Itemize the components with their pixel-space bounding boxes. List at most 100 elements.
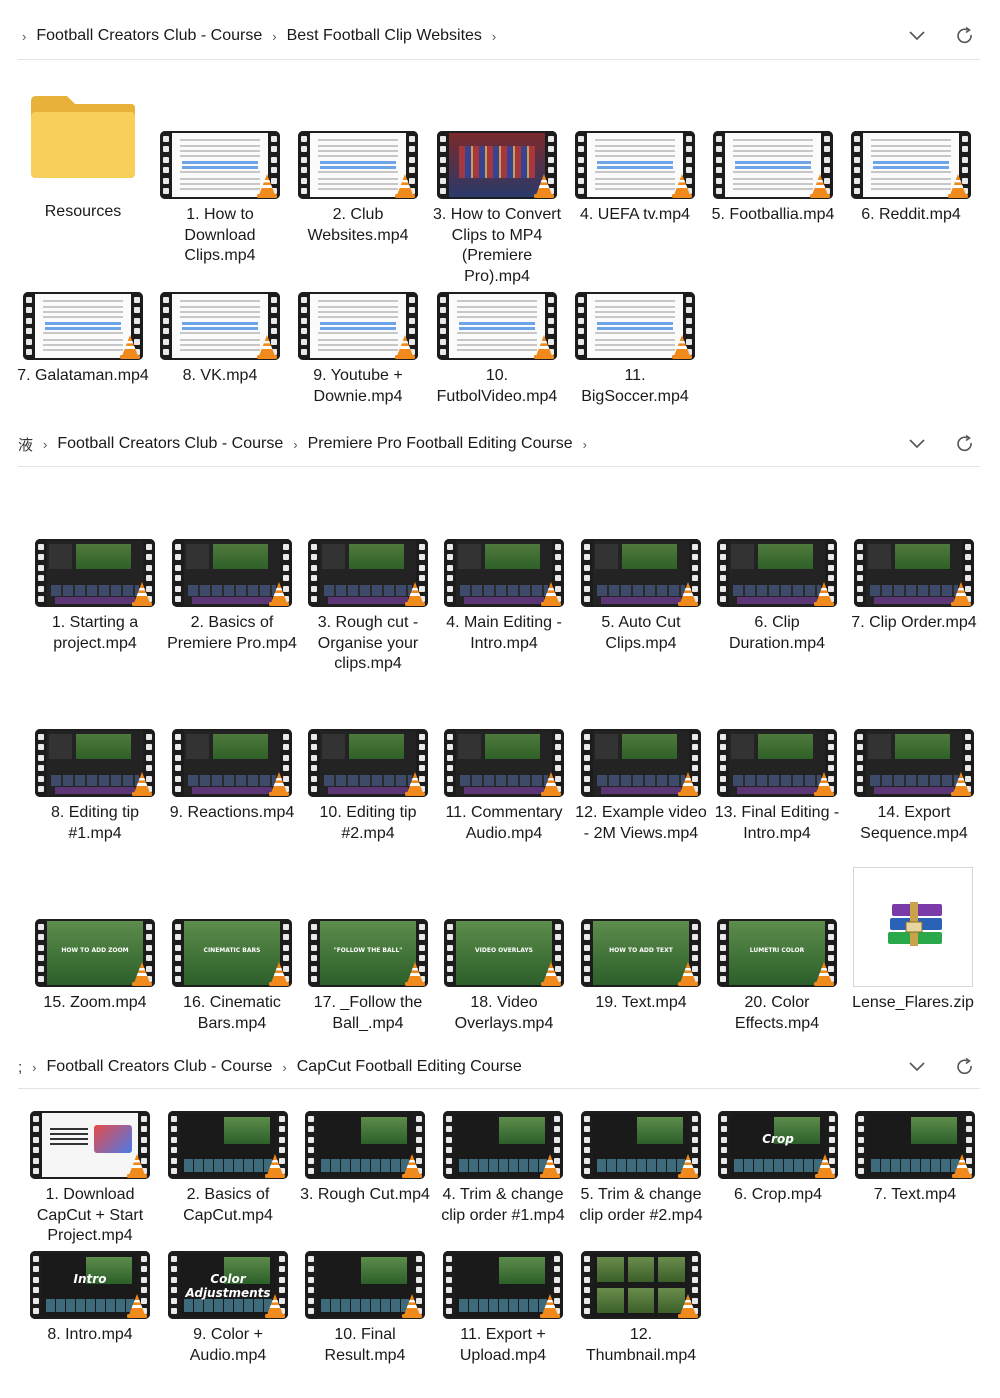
video-file-item[interactable]: LUMETRI COLOR 20. Color Effects.mp4 xyxy=(711,919,843,1034)
video-thumbnail xyxy=(713,131,833,199)
video-thumbnail xyxy=(35,729,155,797)
thumbnail-overlay-text: LUMETRI COLOR xyxy=(749,946,805,954)
file-name: 7. Galataman.mp4 xyxy=(17,367,149,384)
video-file-item[interactable]: 1. Download CapCut + Start Project.mp4 xyxy=(24,1111,156,1247)
video-file-item[interactable]: 9. Youtube + Downie.mp4 xyxy=(292,292,424,407)
video-file-item[interactable]: HOW TO ADD TEXT 19. Text.mp4 xyxy=(575,919,707,1014)
address-bar: › Football Creators Club - Course › Best… xyxy=(0,16,1000,56)
chevron-down-icon[interactable] xyxy=(904,23,930,49)
video-file-item[interactable]: 10. Final Result.mp4 xyxy=(299,1251,431,1366)
video-thumbnail xyxy=(168,1111,288,1179)
video-file-item[interactable]: 6. Clip Duration.mp4 xyxy=(711,539,843,654)
video-file-item[interactable]: 2. Basics of CapCut.mp4 xyxy=(162,1111,294,1226)
vlc-cone-icon xyxy=(405,772,425,796)
breadcrumb-item-course[interactable]: Football Creators Club - Course xyxy=(36,27,262,45)
video-file-item[interactable]: 12. Example video - 2M Views.mp4 xyxy=(575,729,707,844)
file-name: 9. Reactions.mp4 xyxy=(169,804,295,821)
vlc-cone-icon xyxy=(534,335,554,359)
vlc-cone-icon xyxy=(257,174,277,198)
breadcrumb-item-folder[interactable]: Premiere Pro Football Editing Course xyxy=(308,435,573,453)
video-file-item[interactable]: 4. Trim & change clip order #1.mp4 xyxy=(437,1111,569,1226)
video-thumbnail xyxy=(308,729,428,797)
video-file-item[interactable]: 3. Rough cut - Organise your clips.mp4 xyxy=(302,539,434,675)
video-file-item[interactable]: 10. FutbolVideo.mp4 xyxy=(431,292,563,407)
chevron-right-icon[interactable]: › xyxy=(492,29,496,44)
video-thumbnail: Intro xyxy=(30,1251,150,1319)
vlc-cone-icon xyxy=(395,174,415,198)
video-file-item[interactable]: 8. Editing tip #1.mp4 xyxy=(29,729,161,844)
video-file-item[interactable]: 5. Footballia.mp4 xyxy=(707,131,839,226)
breadcrumb-item-folder[interactable]: CapCut Football Editing Course xyxy=(297,1058,522,1076)
video-file-item[interactable]: 3. Rough Cut.mp4 xyxy=(299,1111,431,1206)
refresh-icon[interactable] xyxy=(952,1054,978,1080)
video-file-item[interactable]: 1. Starting a project.mp4 xyxy=(29,539,161,654)
video-file-item[interactable]: 4. Main Editing - Intro.mp4 xyxy=(438,539,570,654)
video-thumbnail xyxy=(443,1111,563,1179)
refresh-icon[interactable] xyxy=(952,431,978,457)
vlc-cone-icon xyxy=(405,582,425,606)
video-thumbnail xyxy=(305,1251,425,1319)
video-thumbnail xyxy=(581,1251,701,1319)
file-name: 5. Auto Cut Clips.mp4 xyxy=(601,614,681,652)
video-file-item[interactable]: 10. Editing tip #2.mp4 xyxy=(302,729,434,844)
file-name: 6. Clip Duration.mp4 xyxy=(728,614,826,652)
video-thumbnail xyxy=(160,131,280,199)
file-name: 7. Clip Order.mp4 xyxy=(851,614,977,631)
video-file-item[interactable]: 1. How to Download Clips.mp4 xyxy=(154,131,286,267)
thumbnail-overlay-text: Intro xyxy=(73,1272,107,1287)
video-file-item[interactable]: 2. Club Websites.mp4 xyxy=(292,131,424,246)
video-file-item[interactable]: 2. Basics of Premiere Pro.mp4 xyxy=(166,539,298,654)
vlc-cone-icon xyxy=(541,962,561,986)
video-file-item[interactable]: 11. BigSoccer.mp4 xyxy=(569,292,701,407)
video-file-item[interactable]: HOW TO ADD ZOOM 15. Zoom.mp4 xyxy=(29,919,161,1014)
video-thumbnail xyxy=(581,1111,701,1179)
vlc-cone-icon xyxy=(534,174,554,198)
video-file-item[interactable]: VIDEO OVERLAYS 18. Video Overlays.mp4 xyxy=(438,919,570,1034)
video-thumbnail xyxy=(717,539,837,607)
video-file-item[interactable]: 8. VK.mp4 xyxy=(154,292,286,387)
chevron-right-icon: › xyxy=(32,1059,37,1075)
video-file-item[interactable]: 14. Export Sequence.mp4 xyxy=(848,729,980,844)
file-name: 17. _Follow the Ball_.mp4 xyxy=(313,994,423,1032)
video-file-item[interactable]: 3. How to Convert Clips to MP4 (Premiere… xyxy=(431,131,563,287)
video-file-item[interactable]: 4. UEFA tv.mp4 xyxy=(569,131,701,226)
chevron-down-icon[interactable] xyxy=(904,1054,930,1080)
video-file-item[interactable]: 7. Text.mp4 xyxy=(849,1111,981,1206)
chevron-down-icon[interactable] xyxy=(904,431,930,457)
chevron-right-icon[interactable]: › xyxy=(583,437,587,452)
video-file-item[interactable]: Color Adjustments 9. Color + Audio.mp4 xyxy=(162,1251,294,1366)
video-thumbnail xyxy=(160,292,280,360)
breadcrumb-item-folder[interactable]: Best Football Clip Websites xyxy=(287,27,482,45)
vlc-cone-icon xyxy=(672,174,692,198)
vlc-cone-icon xyxy=(265,1294,285,1318)
video-file-item[interactable]: 7. Galataman.mp4 xyxy=(17,292,149,387)
video-thumbnail: "FOLLOW THE BALL" xyxy=(308,919,428,987)
video-file-item[interactable]: "FOLLOW THE BALL" 17. _Follow the Ball_.m… xyxy=(302,919,434,1034)
zip-file-item[interactable]: Lense_Flares.zip xyxy=(848,867,978,1014)
address-lead-text: ; xyxy=(18,1058,23,1076)
video-file-item[interactable]: CINEMATIC BARS 16. Cinematic Bars.mp4 xyxy=(166,919,298,1034)
video-thumbnail xyxy=(444,539,564,607)
video-thumbnail: VIDEO OVERLAYS xyxy=(444,919,564,987)
folder-item[interactable]: Resources xyxy=(17,92,149,223)
video-file-item[interactable]: 11. Export + Upload.mp4 xyxy=(437,1251,569,1366)
video-thumbnail xyxy=(575,131,695,199)
video-file-item[interactable]: 9. Reactions.mp4 xyxy=(166,729,298,824)
video-file-item[interactable]: 5. Auto Cut Clips.mp4 xyxy=(575,539,707,654)
video-file-item[interactable]: 13. Final Editing - Intro.mp4 xyxy=(711,729,843,844)
file-name: Lense_Flares.zip xyxy=(852,994,974,1011)
refresh-icon[interactable] xyxy=(952,23,978,49)
video-thumbnail: CINEMATIC BARS xyxy=(172,919,292,987)
video-file-item[interactable]: 12. Thumbnail.mp4 xyxy=(575,1251,707,1366)
video-file-item[interactable]: Intro 8. Intro.mp4 xyxy=(24,1251,156,1346)
video-file-item[interactable]: 7. Clip Order.mp4 xyxy=(848,539,980,634)
breadcrumb-item-course[interactable]: Football Creators Club - Course xyxy=(47,1058,273,1076)
thumbnail-overlay-text: VIDEO OVERLAYS xyxy=(474,946,533,954)
video-file-item[interactable]: 5. Trim & change clip order #2.mp4 xyxy=(575,1111,707,1226)
video-file-item[interactable]: 11. Commentary Audio.mp4 xyxy=(438,729,570,844)
video-file-item[interactable]: 6. Reddit.mp4 xyxy=(845,131,977,226)
vlc-cone-icon xyxy=(814,772,834,796)
vlc-cone-icon xyxy=(672,335,692,359)
breadcrumb-item-course[interactable]: Football Creators Club - Course xyxy=(57,435,283,453)
video-file-item[interactable]: Crop 6. Crop.mp4 xyxy=(712,1111,844,1206)
